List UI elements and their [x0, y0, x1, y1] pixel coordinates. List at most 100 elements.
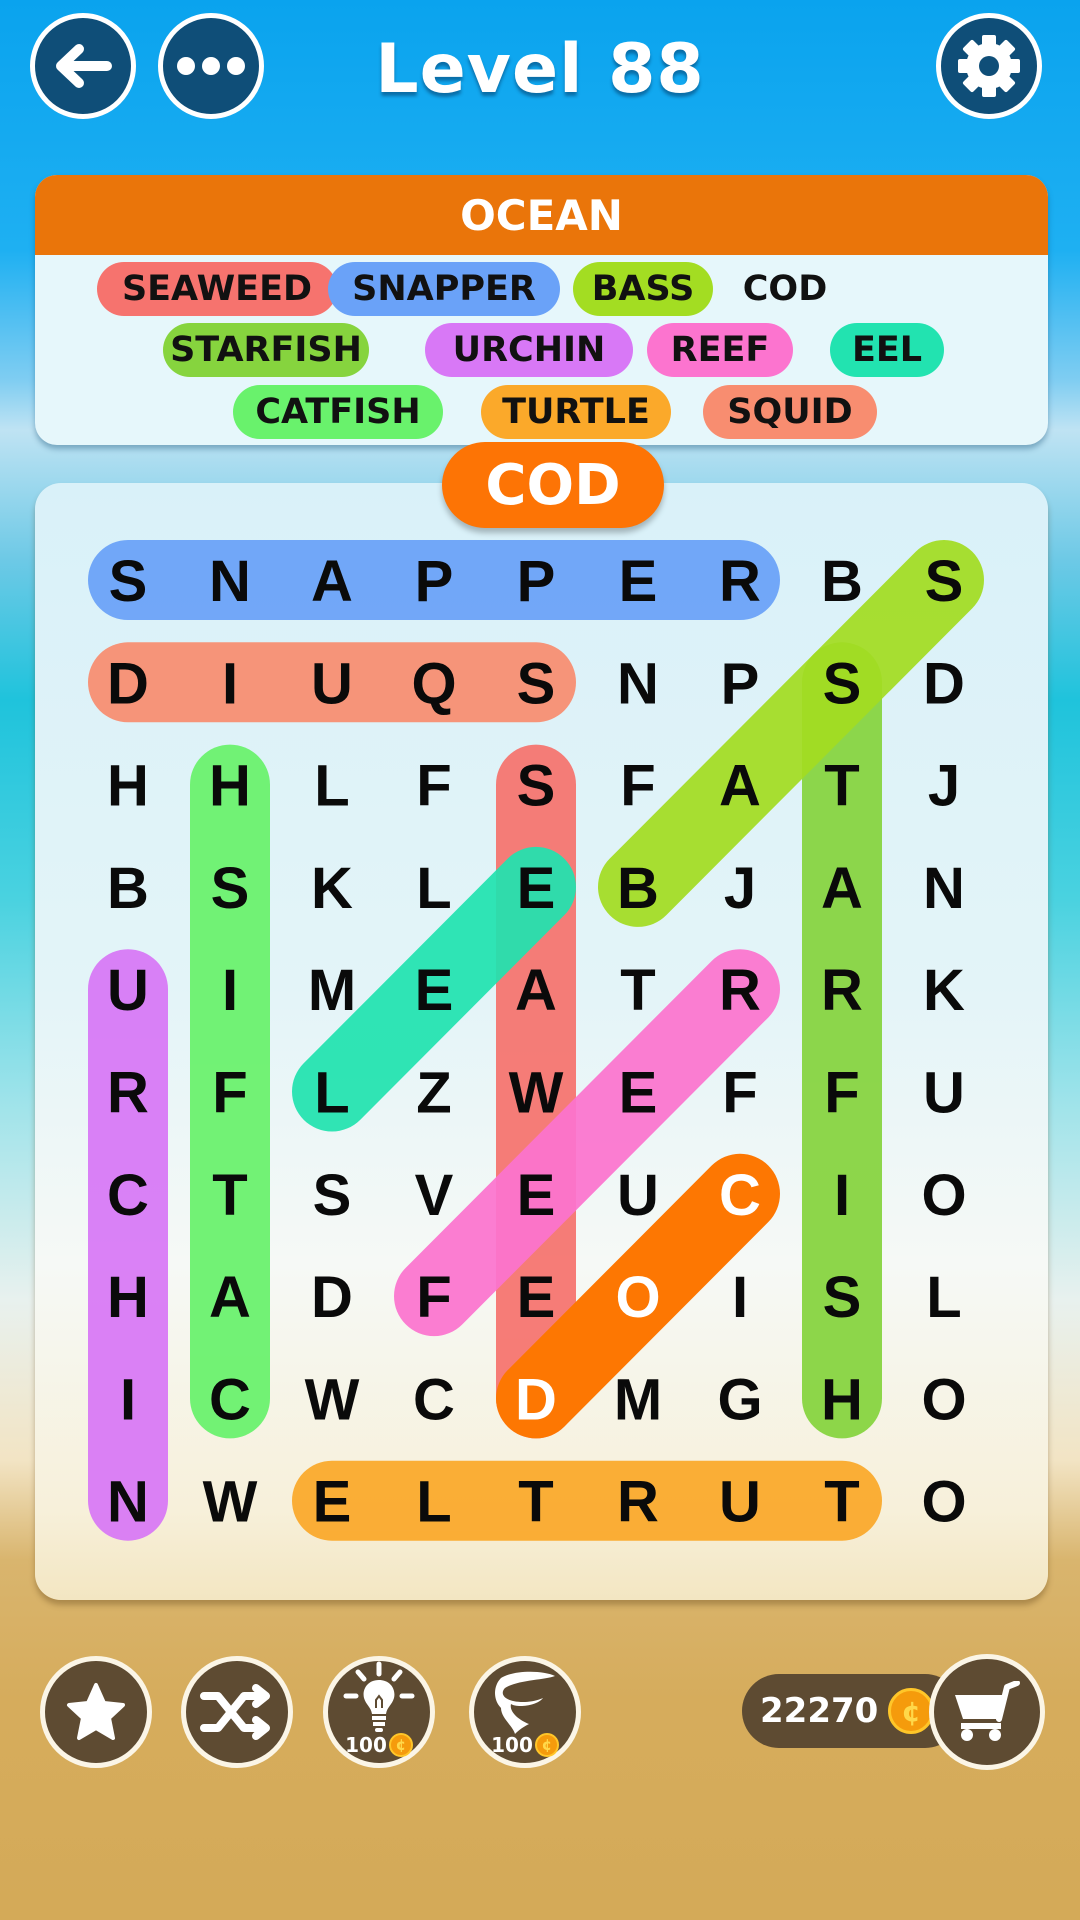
grid-cell-r9-c3[interactable]: L [416, 1470, 451, 1535]
word-chip-catfish: CATFISH [233, 385, 443, 439]
grid-cell-r2-c7[interactable]: T [824, 754, 859, 819]
grid-cell-r4-c7[interactable]: R [821, 958, 863, 1023]
grid-cell-r7-c6[interactable]: I [732, 1265, 748, 1330]
grid-cell-r4-c8[interactable]: K [923, 958, 965, 1023]
grid-cell-r1-c6[interactable]: P [721, 651, 760, 716]
grid-cell-r3-c8[interactable]: N [923, 856, 965, 921]
grid-cell-r6-c7[interactable]: I [834, 1163, 850, 1228]
grid-cell-r1-c4[interactable]: S [517, 651, 556, 716]
grid-cell-r1-c1[interactable]: I [222, 651, 238, 716]
grid-cell-r8-c1[interactable]: C [209, 1367, 251, 1432]
grid-cell-r1-c0[interactable]: D [107, 651, 149, 716]
grid-cell-r8-c8[interactable]: O [921, 1367, 966, 1432]
grid-cell-r9-c6[interactable]: U [719, 1470, 761, 1535]
grid-cell-r7-c4[interactable]: E [517, 1265, 556, 1330]
grid-cell-r0-c5[interactable]: E [619, 549, 658, 614]
grid-cell-r5-c6[interactable]: F [722, 1061, 757, 1126]
hint-button[interactable]: 100 ¢ [323, 1656, 435, 1768]
grid-cell-r2-c5[interactable]: F [620, 754, 655, 819]
grid-cell-r0-c2[interactable]: A [311, 549, 353, 614]
grid-cell-r0-c8[interactable]: S [925, 549, 964, 614]
grid-cell-r8-c0[interactable]: I [120, 1367, 136, 1432]
settings-button[interactable] [936, 13, 1042, 119]
grid-cell-r3-c7[interactable]: A [821, 856, 863, 921]
grid-cell-r4-c0[interactable]: U [107, 958, 149, 1023]
grid-cell-r3-c2[interactable]: K [311, 856, 353, 921]
grid-cell-r7-c5[interactable]: O [615, 1265, 660, 1330]
grid-cell-r2-c1[interactable]: H [209, 754, 251, 819]
grid-cell-r0-c3[interactable]: P [415, 549, 454, 614]
grid-cell-r5-c7[interactable]: F [824, 1061, 859, 1126]
grid-cell-r0-c1[interactable]: N [209, 549, 251, 614]
grid-cell-r8-c5[interactable]: M [614, 1367, 662, 1432]
grid-cell-r3-c6[interactable]: J [724, 856, 756, 921]
grid-cell-r1-c8[interactable]: D [923, 651, 965, 716]
grid-cell-r0-c7[interactable]: B [821, 549, 863, 614]
grid-cell-r2-c2[interactable]: L [314, 754, 349, 819]
grid-cell-r3-c0[interactable]: B [107, 856, 149, 921]
grid-cell-r8-c4[interactable]: D [515, 1367, 557, 1432]
grid-cell-r0-c4[interactable]: P [517, 549, 556, 614]
grid-cell-r9-c7[interactable]: T [824, 1470, 859, 1535]
grid-cell-r8-c7[interactable]: H [821, 1367, 863, 1432]
grid-cell-r6-c0[interactable]: C [107, 1163, 149, 1228]
grid-cell-r1-c3[interactable]: Q [411, 651, 456, 716]
shop-button[interactable] [929, 1654, 1045, 1770]
letter-grid[interactable]: S N A P P E R B SD I U Q S N P S DH H L F S F A T JB S K L E B J A NU I M E… [35, 483, 1048, 1600]
grid-cell-r6-c6[interactable]: C [719, 1163, 761, 1228]
grid-cell-r4-c1[interactable]: I [222, 958, 238, 1023]
grid-cell-r5-c5[interactable]: E [619, 1061, 658, 1126]
grid-cell-r4-c5[interactable]: T [620, 958, 655, 1023]
grid-cell-r6-c4[interactable]: E [517, 1163, 556, 1228]
grid-cell-r2-c3[interactable]: F [416, 754, 451, 819]
grid-cell-r9-c2[interactable]: E [313, 1470, 352, 1535]
cart-icon [955, 1681, 1020, 1741]
shuffle-button[interactable] [181, 1656, 293, 1768]
grid-cell-r6-c1[interactable]: T [212, 1163, 247, 1228]
grid-cell-r6-c3[interactable]: V [415, 1163, 454, 1228]
grid-cell-r7-c7[interactable]: S [823, 1265, 862, 1330]
grid-cell-r6-c2[interactable]: S [313, 1163, 352, 1228]
grid-cell-r9-c0[interactable]: N [107, 1470, 149, 1535]
grid-cell-r7-c2[interactable]: D [311, 1265, 353, 1330]
grid-cell-r2-c0[interactable]: H [107, 754, 149, 819]
grid-cell-r3-c1[interactable]: S [211, 856, 250, 921]
grid-cell-r4-c6[interactable]: R [719, 958, 761, 1023]
grid-cell-r0-c6[interactable]: R [719, 549, 761, 614]
grid-cell-r7-c0[interactable]: H [107, 1265, 149, 1330]
grid-cell-r2-c4[interactable]: S [517, 754, 556, 819]
grid-cell-r6-c8[interactable]: O [921, 1163, 966, 1228]
grid-cell-r0-c0[interactable]: S [109, 549, 148, 614]
grid-cell-r7-c3[interactable]: F [416, 1265, 451, 1330]
letter-grid-panel[interactable]: SNAPPERBSDIUQSNPSDHHLFSFATJBSKLEBJANUIME… [35, 483, 1048, 1600]
grid-cell-r3-c3[interactable]: L [416, 856, 451, 921]
grid-cell-r9-c1[interactable]: W [203, 1470, 258, 1535]
grid-cell-r1-c7[interactable]: S [823, 651, 862, 716]
grid-cell-r5-c4[interactable]: W [509, 1061, 564, 1126]
grid-cell-r8-c2[interactable]: W [305, 1367, 360, 1432]
grid-cell-r7-c8[interactable]: L [926, 1265, 961, 1330]
grid-cell-r4-c2[interactable]: M [308, 958, 356, 1023]
grid-cell-r9-c5[interactable]: R [617, 1470, 659, 1535]
grid-cell-r1-c2[interactable]: U [311, 651, 353, 716]
grid-cell-r3-c5[interactable]: B [617, 856, 659, 921]
grid-cell-r5-c2[interactable]: L [314, 1061, 349, 1126]
grid-cell-r2-c8[interactable]: J [928, 754, 960, 819]
grid-cell-r5-c0[interactable]: R [107, 1061, 149, 1126]
grid-cell-r5-c1[interactable]: F [212, 1061, 247, 1126]
grid-cell-r4-c4[interactable]: A [515, 958, 557, 1023]
grid-cell-r5-c3[interactable]: Z [416, 1061, 451, 1126]
grid-cell-r8-c6[interactable]: G [717, 1367, 762, 1432]
grid-cell-r5-c8[interactable]: U [923, 1061, 965, 1126]
tornado-button[interactable]: 100 ¢ [469, 1656, 581, 1768]
grid-cell-r6-c5[interactable]: U [617, 1163, 659, 1228]
grid-cell-r9-c8[interactable]: O [921, 1470, 966, 1535]
grid-cell-r8-c3[interactable]: C [413, 1367, 455, 1432]
grid-cell-r9-c4[interactable]: T [518, 1470, 553, 1535]
grid-cell-r7-c1[interactable]: A [209, 1265, 251, 1330]
grid-cell-r3-c4[interactable]: E [517, 856, 556, 921]
favorite-button[interactable] [40, 1656, 152, 1768]
grid-cell-r2-c6[interactable]: A [719, 754, 761, 819]
grid-cell-r4-c3[interactable]: E [415, 958, 454, 1023]
grid-cell-r1-c5[interactable]: N [617, 651, 659, 716]
